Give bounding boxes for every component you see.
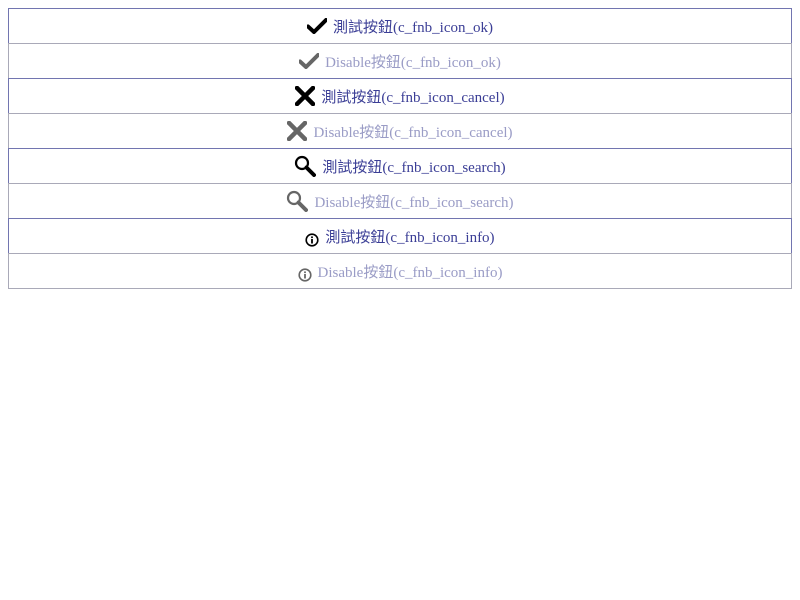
button-label: 測試按鈕(c_fnb_icon_search) xyxy=(322,159,506,176)
button-label: 測試按鈕(c_fnb_icon_ok) xyxy=(333,19,493,36)
cancel-button-disabled[interactable]: Disable按鈕(c_fnb_icon_cancel) xyxy=(8,113,792,149)
cancel-button[interactable]: 測試按鈕(c_fnb_icon_cancel) xyxy=(8,78,792,114)
button-label: Disable按鈕(c_fnb_icon_ok) xyxy=(325,54,501,71)
button-list: 測試按鈕(c_fnb_icon_ok) Disable按鈕(c_fnb_icon… xyxy=(8,8,792,289)
button-label: 測試按鈕(c_fnb_icon_cancel) xyxy=(321,89,505,106)
check-icon xyxy=(307,18,328,34)
search-button-disabled[interactable]: Disable按鈕(c_fnb_icon_search) xyxy=(8,183,792,219)
info-icon xyxy=(297,268,312,282)
check-icon xyxy=(299,53,320,69)
search-icon xyxy=(286,190,309,212)
search-button[interactable]: 測試按鈕(c_fnb_icon_search) xyxy=(8,148,792,184)
info-icon xyxy=(305,233,320,247)
cancel-icon xyxy=(287,121,308,141)
button-label: Disable按鈕(c_fnb_icon_cancel) xyxy=(313,124,513,141)
info-button[interactable]: 測試按鈕(c_fnb_icon_info) xyxy=(8,218,792,254)
search-icon xyxy=(294,155,317,177)
info-button-disabled[interactable]: Disable按鈕(c_fnb_icon_info) xyxy=(8,253,792,289)
ok-button[interactable]: 測試按鈕(c_fnb_icon_ok) xyxy=(8,8,792,44)
button-label: Disable按鈕(c_fnb_icon_info) xyxy=(317,264,503,281)
cancel-icon xyxy=(295,86,316,106)
ok-button-disabled[interactable]: Disable按鈕(c_fnb_icon_ok) xyxy=(8,43,792,79)
button-label: Disable按鈕(c_fnb_icon_search) xyxy=(314,194,514,211)
button-label: 測試按鈕(c_fnb_icon_info) xyxy=(325,229,495,246)
